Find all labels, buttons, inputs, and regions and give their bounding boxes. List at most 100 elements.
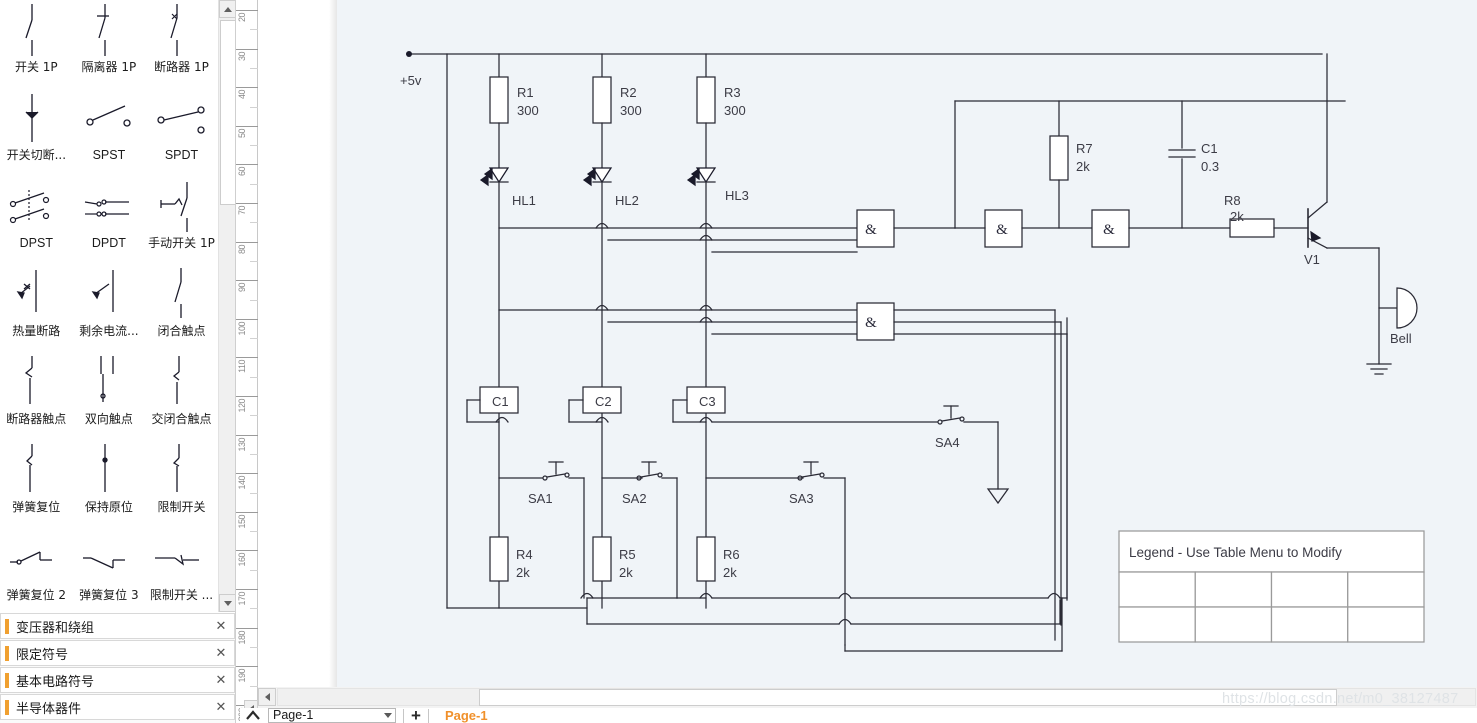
label-R4-ref: R4: [516, 547, 533, 562]
legend-cell: [1270, 571, 1349, 608]
ruler-tick-major: [236, 318, 258, 320]
stencil-vertical-scrollbar[interactable]: [218, 0, 235, 612]
ruler-tick-major: [236, 396, 258, 397]
manual-switch-1p-icon: [149, 178, 213, 236]
spring-return-3-icon: [77, 530, 141, 588]
ruler-tick-label: 80: [237, 244, 247, 254]
stencil-shape-switch-disconnector[interactable]: 开关切断...: [0, 88, 73, 176]
stencil-shape-stay-put[interactable]: 保持原位: [73, 440, 146, 528]
collapse-pagebar-button[interactable]: [240, 710, 266, 721]
close-icon[interactable]: ✕: [210, 672, 232, 688]
stencil-shape-label: 弹簧复位 2: [6, 588, 67, 602]
stencil-shape-spring-return-2[interactable]: 弹簧复位 2: [0, 528, 73, 612]
stencil-category-qualifying-symbols[interactable]: 限定符号 ✕: [0, 640, 235, 666]
ruler-tick-minor: [250, 376, 258, 378]
stencil-shape-limit-switch-2[interactable]: 限制开关 ...: [145, 528, 218, 612]
led-HL2-symbol: [582, 167, 613, 187]
stencil-shape-spst[interactable]: SPST: [73, 88, 146, 176]
label-R6-ref: R6: [723, 547, 740, 562]
label-R3-value: 300: [724, 103, 746, 118]
spring-return-2-icon: [4, 530, 68, 588]
stencil-shape-spring-return[interactable]: 弹簧复位: [0, 440, 73, 528]
legend-cell: [1194, 571, 1273, 608]
stencil-shape-manual-switch-1p[interactable]: 手动开关 1P: [145, 176, 218, 264]
label-C1-contact: C1: [492, 394, 509, 409]
ruler-tick-label: 190: [237, 669, 247, 683]
ruler-tick-label: 140: [237, 476, 247, 490]
label-R4-value: 2k: [516, 565, 530, 580]
close-icon[interactable]: ✕: [210, 618, 232, 634]
stencil-shape-label: 保持原位: [84, 500, 133, 514]
stencil-panel: 开关 1P 隔离器 1P 断路器 1P 开关切断... SPST SPDT DP…: [0, 0, 236, 723]
drawing-canvas[interactable]: +5v R1 300 R2 300 R3 300 HL1 HL2 HL3 & &…: [337, 0, 1477, 687]
stencil-shape-alternate-closed-contact[interactable]: 交闭合触点: [145, 352, 218, 440]
hscroll-left-button[interactable]: [258, 688, 276, 706]
page-selector-dropdown[interactable]: Page-1: [268, 708, 396, 723]
caret-down-icon[interactable]: [381, 713, 395, 718]
stencil-shape-label: 弹簧复位: [12, 500, 61, 514]
label-SA1: SA1: [528, 491, 553, 506]
stencil-shape-label: 隔离器 1P: [81, 60, 137, 74]
close-icon[interactable]: ✕: [210, 699, 232, 715]
ruler-tick-major: [236, 550, 258, 552]
switch-SA1-symbol: [542, 461, 570, 481]
hscroll-thumb[interactable]: [479, 689, 1337, 706]
stencil-shape-breaker-1p[interactable]: 断路器 1P: [145, 0, 218, 88]
triangle-left-icon: [264, 693, 270, 701]
resistor-R4-body: [489, 536, 509, 582]
stencil-shape-spring-return-3[interactable]: 弹簧复位 3: [73, 528, 146, 612]
label-R3-ref: R3: [724, 85, 741, 100]
and-gate-2-label: &: [996, 222, 1008, 238]
close-icon[interactable]: ✕: [210, 645, 232, 661]
dpst-icon: [4, 178, 68, 236]
stencil-shape-label: 弹簧复位 3: [79, 588, 139, 602]
stencil-shape-dpdt[interactable]: DPDT: [73, 176, 146, 264]
resistor-R7-body: [1049, 135, 1069, 181]
legend-cell: [1118, 571, 1196, 608]
alternate-closed-contact-icon: [149, 354, 213, 412]
stencil-shape-breaker-contact[interactable]: 断路器触点: [0, 352, 73, 440]
label-R8-ref: R8: [1224, 193, 1241, 208]
ruler-tick-label: 130: [237, 437, 247, 452]
ruler-tick-major: [236, 627, 258, 629]
stencil-scroll-down-button[interactable]: [219, 594, 235, 612]
ruler-tick-minor: [250, 67, 258, 69]
ruler-tick-major: [236, 357, 258, 359]
label-SA2: SA2: [622, 491, 647, 506]
stencil-scroll-up-button[interactable]: [219, 0, 235, 18]
stencil-category-semiconductors[interactable]: 半导体器件 ✕: [0, 694, 235, 720]
legend-cell: [1118, 606, 1196, 643]
canvas-horizontal-scrollbar[interactable]: [258, 687, 1477, 708]
page-tab-page-1[interactable]: Page-1: [445, 708, 488, 723]
ruler-tick-minor: [250, 29, 258, 31]
stencil-shape-two-way-contact[interactable]: 双向触点: [73, 352, 146, 440]
vertical-ruler[interactable]: 20 30 40 50 60 70 80 90 100 110 120 130 140 150 160 170…: [236, 0, 258, 721]
label-R5-value: 2k: [619, 565, 633, 580]
ruler-tick-minor: [250, 608, 258, 610]
stencil-shape-isolator-1p[interactable]: 隔离器 1P: [73, 0, 146, 88]
stencil-shape-limit-switch[interactable]: 限制开关: [145, 440, 218, 528]
stencil-shape-dpst[interactable]: DPST: [0, 176, 73, 264]
and-gate-1-label: &: [865, 222, 877, 238]
stencil-category-basic-circuit-symbols[interactable]: 基本电路符号 ✕: [0, 667, 235, 693]
stencil-shape-closed-contact[interactable]: 闭合触点: [145, 264, 218, 352]
ruler-tick-minor: [250, 531, 258, 533]
closed-contact-icon: [149, 266, 213, 324]
label-HL1: HL1: [512, 193, 536, 208]
wire-hop-c1-bus: [495, 416, 509, 423]
stencil-category-transformers[interactable]: 变压器和绕组 ✕: [0, 613, 235, 639]
switch-SA4-symbol: [937, 405, 965, 425]
stencil-shape-spdt[interactable]: SPDT: [145, 88, 218, 176]
stencil-shape-switch-1p[interactable]: 开关 1P: [0, 0, 73, 88]
stencil-scrollbar-thumb[interactable]: [220, 20, 235, 205]
stencil-shape-grid: 开关 1P 隔离器 1P 断路器 1P 开关切断... SPST SPDT DP…: [0, 0, 218, 612]
stencil-shape-residual-current[interactable]: 剩余电流...: [73, 264, 146, 352]
hscroll-track[interactable]: [277, 688, 1476, 706]
stencil-shape-thermal-breaker[interactable]: 热量断路: [0, 264, 73, 352]
spring-return-icon: [4, 442, 68, 500]
label-R7-ref: R7: [1076, 141, 1093, 156]
add-page-button[interactable]: +: [411, 707, 421, 723]
ruler-tick-major: [236, 434, 258, 436]
ruler-tick-minor: [250, 222, 258, 224]
label-C3-contact: C3: [699, 394, 716, 409]
